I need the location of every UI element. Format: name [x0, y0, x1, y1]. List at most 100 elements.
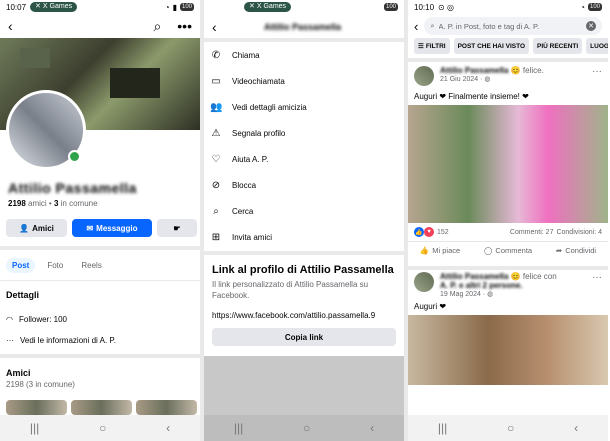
- overlay-region: [204, 356, 404, 416]
- post-more-icon[interactable]: ···: [592, 66, 602, 86]
- profile-link-box: Link al profilo di Attilio Passamella Il…: [204, 256, 404, 354]
- filter-icon: ☰: [418, 43, 424, 50]
- more-actions-button[interactable]: ☛: [157, 219, 197, 237]
- divider: [408, 58, 608, 62]
- clear-icon[interactable]: ✕: [586, 21, 596, 31]
- top-bar: ‹ Attilio Passamella: [204, 14, 404, 40]
- status-icons: ◔ 100: [580, 3, 602, 12]
- message-button[interactable]: ✉ Messaggio: [72, 219, 152, 237]
- search-input[interactable]: ⌕ A. P. in Post, foto e tag di A. P. ✕: [424, 17, 602, 35]
- like-button[interactable]: 👍 Mi piace: [420, 246, 460, 255]
- post-image[interactable]: [408, 105, 608, 223]
- post-date-line: 19 Mag 2024 · ◍: [440, 290, 557, 298]
- shares-count[interactable]: Condivisioni: 4: [556, 229, 602, 236]
- search-icon: ⌕: [430, 21, 435, 30]
- status-bar: 10:10 ⊙ ◎ ◔ 100: [408, 0, 608, 14]
- back-icon[interactable]: ‹: [8, 18, 13, 34]
- divider: [0, 280, 200, 281]
- more-icon[interactable]: •••: [177, 18, 192, 35]
- back-nav-icon[interactable]: ‹: [370, 421, 374, 435]
- menu-item-videocall[interactable]: ▭ Videochiamata: [204, 68, 404, 94]
- post-date: 19 Mag 2024 ·: [440, 291, 488, 298]
- comment-button[interactable]: ◯ Commenta: [484, 246, 532, 255]
- x-icon: ✕: [35, 3, 41, 10]
- more-dots-icon: ···: [6, 336, 14, 345]
- profile-panel: 10:07 ✕ X Games ◔ ▮ 100 ‹ ⌕ ••• Attilio Pass…: [0, 0, 200, 441]
- friends-section-sub: 2198 (3 in comune): [6, 380, 75, 389]
- recents-icon[interactable]: |||: [438, 421, 447, 435]
- status-icons: 100: [383, 3, 398, 11]
- menu-item-call[interactable]: ✆ Chiama: [204, 42, 404, 68]
- like-reaction-icon: 👍: [414, 227, 424, 237]
- profile-url: https://www.facebook.com/attilio.passame…: [212, 311, 376, 320]
- status-time: 10:10: [414, 2, 435, 12]
- filter-chips: ☰ FILTRI POST CHE HAI VISTO PIÙ RECENTI L…: [414, 38, 608, 54]
- post-avatar[interactable]: [414, 272, 434, 292]
- tab-foto[interactable]: Foto: [41, 258, 69, 273]
- top-bar: ‹ ⌕ •••: [0, 14, 200, 38]
- recents-icon[interactable]: |||: [234, 421, 243, 435]
- friend-thumb[interactable]: [136, 400, 197, 415]
- link-title: Link al profilo di Attilio Passamella: [212, 264, 394, 276]
- back-nav-icon[interactable]: ‹: [574, 421, 578, 435]
- x-games-pill: ✕ X Games: [244, 2, 292, 12]
- post-tagged[interactable]: A. P. e altri 2 persone.: [440, 281, 557, 290]
- home-icon[interactable]: ○: [303, 421, 310, 435]
- back-icon[interactable]: ‹: [212, 19, 217, 35]
- see-info-line[interactable]: ··· Vedi le informazioni di A. P.: [6, 336, 116, 345]
- post-avatar[interactable]: [414, 66, 434, 86]
- support-icon: ♡: [211, 153, 221, 165]
- share-label: Condividi: [565, 246, 597, 255]
- phone-icon: ✆: [211, 49, 221, 61]
- menu-item-search[interactable]: ⌕ Cerca: [204, 198, 404, 224]
- post-image[interactable]: [408, 315, 608, 385]
- tab-reels[interactable]: Reels: [75, 258, 107, 273]
- friends-section-title: Amici: [6, 368, 31, 378]
- profile-actions: 👤 Amici ✉ Messaggio ☛: [6, 219, 197, 237]
- back-icon[interactable]: ‹: [414, 19, 418, 34]
- status-time: 10:07: [6, 2, 27, 12]
- home-icon[interactable]: ○: [507, 421, 514, 435]
- comments-count[interactable]: Commenti: 27: [510, 229, 554, 236]
- copy-link-button[interactable]: Copia link: [212, 328, 396, 346]
- menu-item-report[interactable]: ⚠ Segnala profilo: [204, 120, 404, 146]
- chip-recent[interactable]: PIÙ RECENTI: [533, 38, 583, 54]
- x-icon: ✕: [249, 3, 255, 10]
- menu-item-block[interactable]: ⊘ Blocca: [204, 172, 404, 198]
- search-icon[interactable]: ⌕: [153, 18, 161, 35]
- friends-button[interactable]: 👤 Amici: [6, 219, 67, 237]
- followers-line[interactable]: ◠ Follower: 100: [6, 315, 67, 324]
- chip-location[interactable]: LUOGO T: [586, 38, 608, 54]
- menu-item-label: Chiama: [232, 50, 260, 60]
- share-button[interactable]: ➦ Condividi: [556, 246, 596, 255]
- post-more-icon[interactable]: ···: [592, 272, 602, 298]
- menu-item-friendship[interactable]: 👥 Vedi dettagli amicizia: [204, 94, 404, 120]
- tab-post[interactable]: Post: [6, 258, 36, 273]
- link-description: Il link personalizzato di Attilio Passam…: [212, 280, 369, 300]
- post-author-line: Attilio Passamella 😊 felice.: [440, 66, 544, 75]
- common-word: in comune: [60, 199, 98, 208]
- post-author[interactable]: Attilio Passamella: [440, 272, 508, 281]
- friends-count-line: 2198 amici • 3 in comune: [8, 199, 98, 208]
- post-stats: 👍 ♥ 152 Commenti: 27 Condivisioni: 4: [408, 223, 608, 241]
- battery-icon: 100: [383, 3, 398, 11]
- search-query: A. P. in Post, foto e tag di A. P.: [438, 21, 540, 31]
- recents-icon[interactable]: |||: [30, 421, 39, 435]
- chip-seen-posts[interactable]: POST CHE HAI VISTO: [453, 38, 529, 54]
- friend-thumb[interactable]: [6, 400, 67, 415]
- video-icon: ▭: [211, 75, 221, 87]
- menu-panel: ✕ X Games 100 ‹ Attilio Passamella ✆ Chiam…: [204, 0, 404, 441]
- reactions-count[interactable]: 152: [437, 229, 449, 236]
- home-icon[interactable]: ○: [99, 421, 106, 435]
- chip-filters[interactable]: ☰ FILTRI: [414, 38, 450, 54]
- back-nav-icon[interactable]: ‹: [166, 421, 170, 435]
- search-icon: ⌕: [213, 205, 219, 217]
- see-info-label: Vedi le informazioni di A. P.: [20, 336, 116, 345]
- globe-icon: ◍: [484, 76, 491, 83]
- friend-thumb[interactable]: [71, 400, 132, 415]
- post-author[interactable]: Attilio Passamella: [440, 66, 508, 75]
- comment-label: Commenta: [495, 246, 533, 255]
- menu-item-invite[interactable]: ⊞ Invita amici: [204, 224, 404, 250]
- chip-label: FILTRI: [425, 42, 446, 50]
- menu-item-support[interactable]: ♡ Aiuta A. P.: [204, 146, 404, 172]
